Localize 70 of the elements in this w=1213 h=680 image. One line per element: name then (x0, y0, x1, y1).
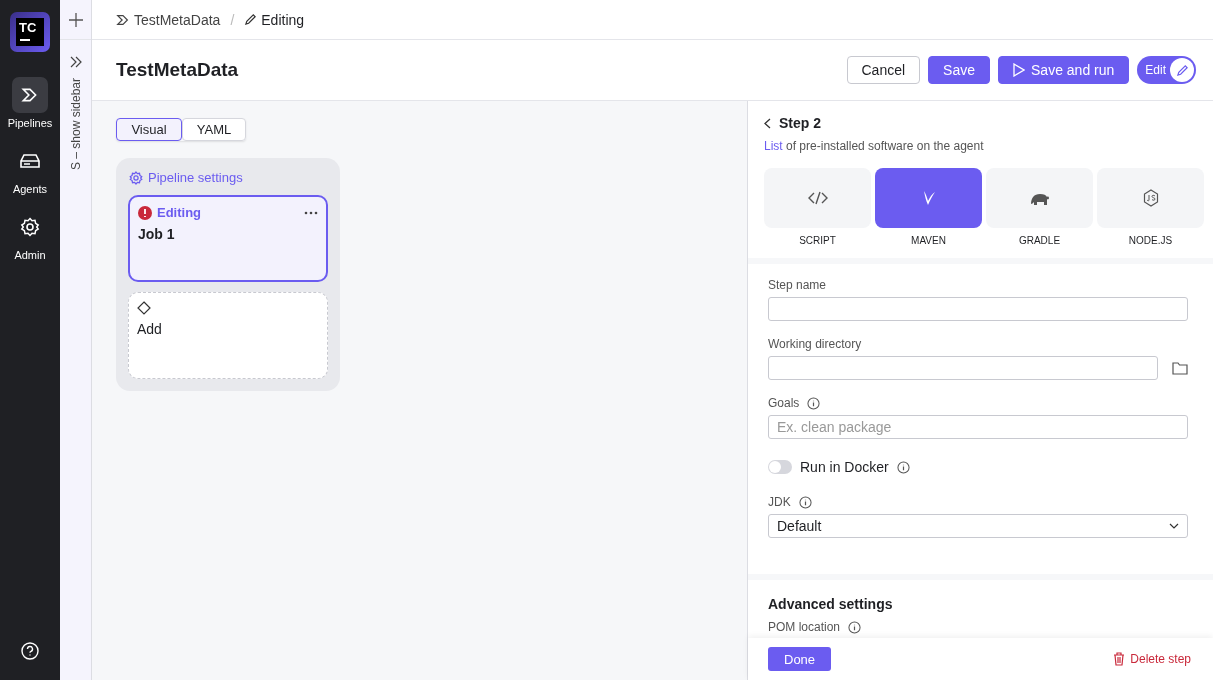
more-icon[interactable] (304, 210, 318, 215)
runner-tile[interactable] (875, 168, 982, 228)
text-field[interactable]: Ex. clean package (768, 415, 1188, 439)
page-title: TestMetaData (116, 59, 240, 81)
breadcrumb-link[interactable]: TestMetaData (116, 11, 221, 28)
save-button[interactable]: Save (928, 56, 990, 84)
job-status: Editing (157, 205, 203, 220)
text-field[interactable] (768, 356, 1158, 380)
trash-icon (1113, 652, 1126, 666)
info-icon[interactable] (807, 396, 821, 410)
pipeline-icon (21, 86, 39, 104)
runner-label: MAVEN (911, 235, 946, 246)
field-label: Goals (768, 396, 800, 410)
nav-item[interactable]: Agents (12, 143, 48, 195)
add-label: Add (137, 321, 163, 337)
text-field[interactable] (768, 297, 1188, 321)
runner-tile[interactable] (986, 168, 1093, 228)
back-chevron-icon[interactable] (764, 117, 771, 129)
list-link[interactable]: List (764, 139, 783, 153)
edit-toggle[interactable]: Edit (1137, 56, 1196, 84)
help-icon[interactable] (21, 642, 39, 660)
hexagon-icon (1142, 189, 1159, 207)
add-job-card[interactable]: Add (128, 292, 328, 379)
job-card[interactable]: Editing Job 1 (128, 195, 328, 282)
runner-tile[interactable] (1097, 168, 1204, 228)
runner-label: NODE.JS (1128, 235, 1173, 246)
folder-icon[interactable] (1172, 361, 1188, 375)
pencil-icon (1175, 63, 1189, 77)
step-title: Step 2 (779, 115, 821, 131)
drive-icon (20, 153, 40, 169)
delete-step-button[interactable]: Delete step (1107, 651, 1197, 667)
done-button[interactable]: Done (768, 647, 832, 671)
info-icon[interactable] (848, 620, 862, 634)
pipeline-icon (116, 12, 130, 27)
field-label: Working directory (768, 337, 862, 351)
section-heading: Advanced settings (768, 596, 894, 612)
toggle-label: Run in Docker (800, 459, 889, 475)
view-tab[interactable]: Visual (116, 118, 182, 141)
runner-label: SCRIPT (799, 235, 836, 246)
save-and-run-button[interactable]: Save and run (998, 56, 1130, 84)
app-logo[interactable]: TC (10, 12, 50, 52)
toggle-switch[interactable] (768, 460, 792, 474)
info-icon[interactable] (896, 460, 910, 474)
jdk-dropdown[interactable]: Default (768, 514, 1188, 538)
pipeline-settings-link[interactable]: Pipeline settings (129, 170, 328, 185)
double-chevron-icon[interactable] (69, 56, 82, 68)
cancel-button[interactable]: Cancel (846, 56, 921, 84)
code-icon (807, 191, 828, 205)
field-label: POM location (768, 620, 841, 634)
feather-icon (921, 190, 936, 206)
elephant-icon (1029, 191, 1050, 205)
gear-icon (20, 217, 40, 237)
breadcrumb-separator: / (230, 11, 235, 28)
field-label: Step name (768, 278, 827, 292)
field-label: JDK (768, 495, 791, 509)
runner-tile[interactable] (764, 168, 871, 228)
view-tab[interactable]: YAML (182, 118, 246, 141)
plus-icon[interactable] (68, 12, 83, 27)
gear-icon (129, 170, 143, 185)
info-icon[interactable] (798, 495, 812, 509)
step-description: List of pre-installed software on the agent (764, 139, 985, 153)
play-icon (1013, 63, 1025, 77)
job-name: Job 1 (138, 226, 176, 242)
breadcrumb-link[interactable]: Editing (244, 11, 305, 28)
nav-item[interactable]: Admin (12, 209, 48, 261)
pencil-icon (244, 13, 258, 26)
diamond-icon (137, 301, 151, 315)
runner-label: GRADLE (1018, 235, 1061, 246)
chevron-down-icon (1169, 523, 1179, 529)
show-sidebar-button[interactable]: S – show sidebar (68, 78, 83, 171)
